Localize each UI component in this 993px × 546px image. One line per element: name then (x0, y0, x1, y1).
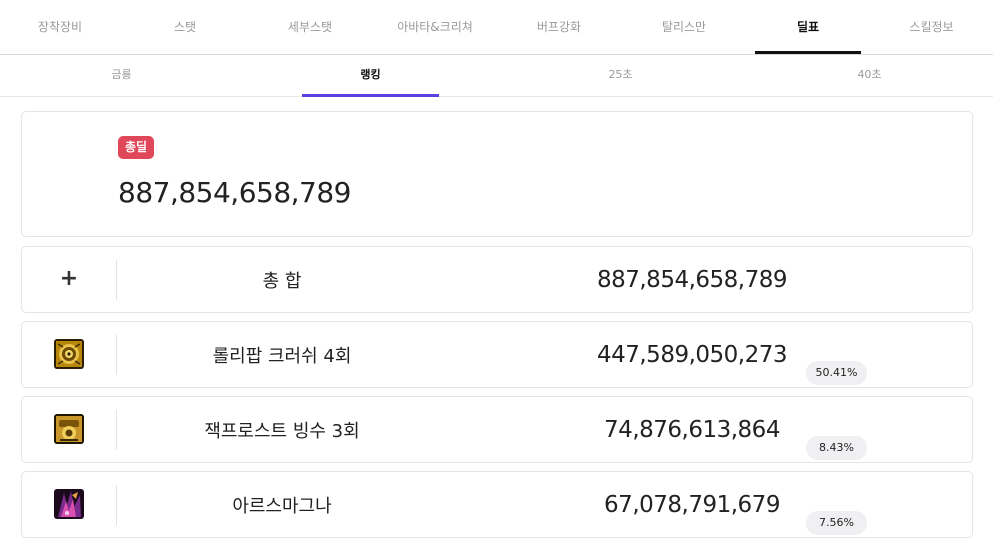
row-skill-name: 잭프로스트 빙수 3회 (204, 421, 360, 442)
tab-avatar-creature[interactable]: 아바타&크리쳐 (375, 0, 495, 55)
row-divider (116, 335, 117, 375)
tab-damage-table[interactable]: 딜표 (755, 0, 861, 55)
sub-tab-bar: 금룡 랭킹 25초 40초 (0, 55, 993, 97)
jack-frost-skill-icon (54, 414, 84, 444)
sub-tab-25s[interactable]: 25초 (552, 55, 689, 97)
damage-percent-badge: 7.56% (806, 511, 867, 535)
damage-row: 롤리팝 크러쉬 4회 447,589,050,273 50.41% (21, 321, 973, 388)
ars-magna-skill-icon (54, 489, 84, 519)
damage-row: 아르스마그나 67,078,791,679 7.56% (21, 471, 973, 538)
total-damage-badge: 총딜 (118, 136, 155, 159)
tab-stats[interactable]: 스탯 (125, 0, 245, 55)
plus-icon[interactable]: + (56, 264, 82, 294)
sub-tab-ranking[interactable]: 랭킹 (302, 55, 439, 97)
row-damage-value: 887,854,658,789 (596, 267, 788, 293)
row-skill-name: 아르스마그나 (232, 496, 332, 517)
row-divider (116, 410, 117, 450)
top-tab-bar: 장착장비 스탯 세부스탯 아바타&크리쳐 버프강화 탈리스만 딜표 스킬정보 (0, 0, 993, 55)
damage-row-total[interactable]: + 총 합 887,854,658,789 (21, 246, 973, 313)
damage-percent-badge: 50.41% (806, 361, 867, 385)
tab-talisman[interactable]: 탈리스만 (625, 0, 743, 55)
row-damage-value: 67,078,791,679 (604, 492, 780, 518)
row-skill-name: 롤리팝 크러쉬 4회 (212, 346, 352, 367)
sub-tab-golden-dragon[interactable]: 금룡 (53, 55, 190, 97)
row-divider (116, 485, 117, 525)
lollipop-crush-skill-icon (54, 339, 84, 369)
tab-skill-info[interactable]: 스킬정보 (870, 0, 993, 55)
sub-tab-40s[interactable]: 40초 (801, 55, 938, 97)
row-damage-value: 74,876,613,864 (604, 417, 780, 443)
row-skill-name: 총 합 (262, 271, 302, 292)
row-divider (116, 260, 117, 300)
row-damage-value: 447,589,050,273 (596, 342, 788, 368)
damage-percent-badge: 8.43% (806, 436, 867, 460)
total-damage-card: 총딜 887,854,658,789 (21, 111, 973, 237)
tab-buff-enhance[interactable]: 버프강화 (500, 0, 618, 55)
damage-row: 잭프로스트 빙수 3회 74,876,613,864 8.43% (21, 396, 973, 463)
tab-detail-stats[interactable]: 세부스탯 (250, 0, 370, 55)
tab-equipment[interactable]: 장착장비 (0, 0, 120, 55)
total-damage-value: 887,854,658,789 (118, 176, 351, 209)
